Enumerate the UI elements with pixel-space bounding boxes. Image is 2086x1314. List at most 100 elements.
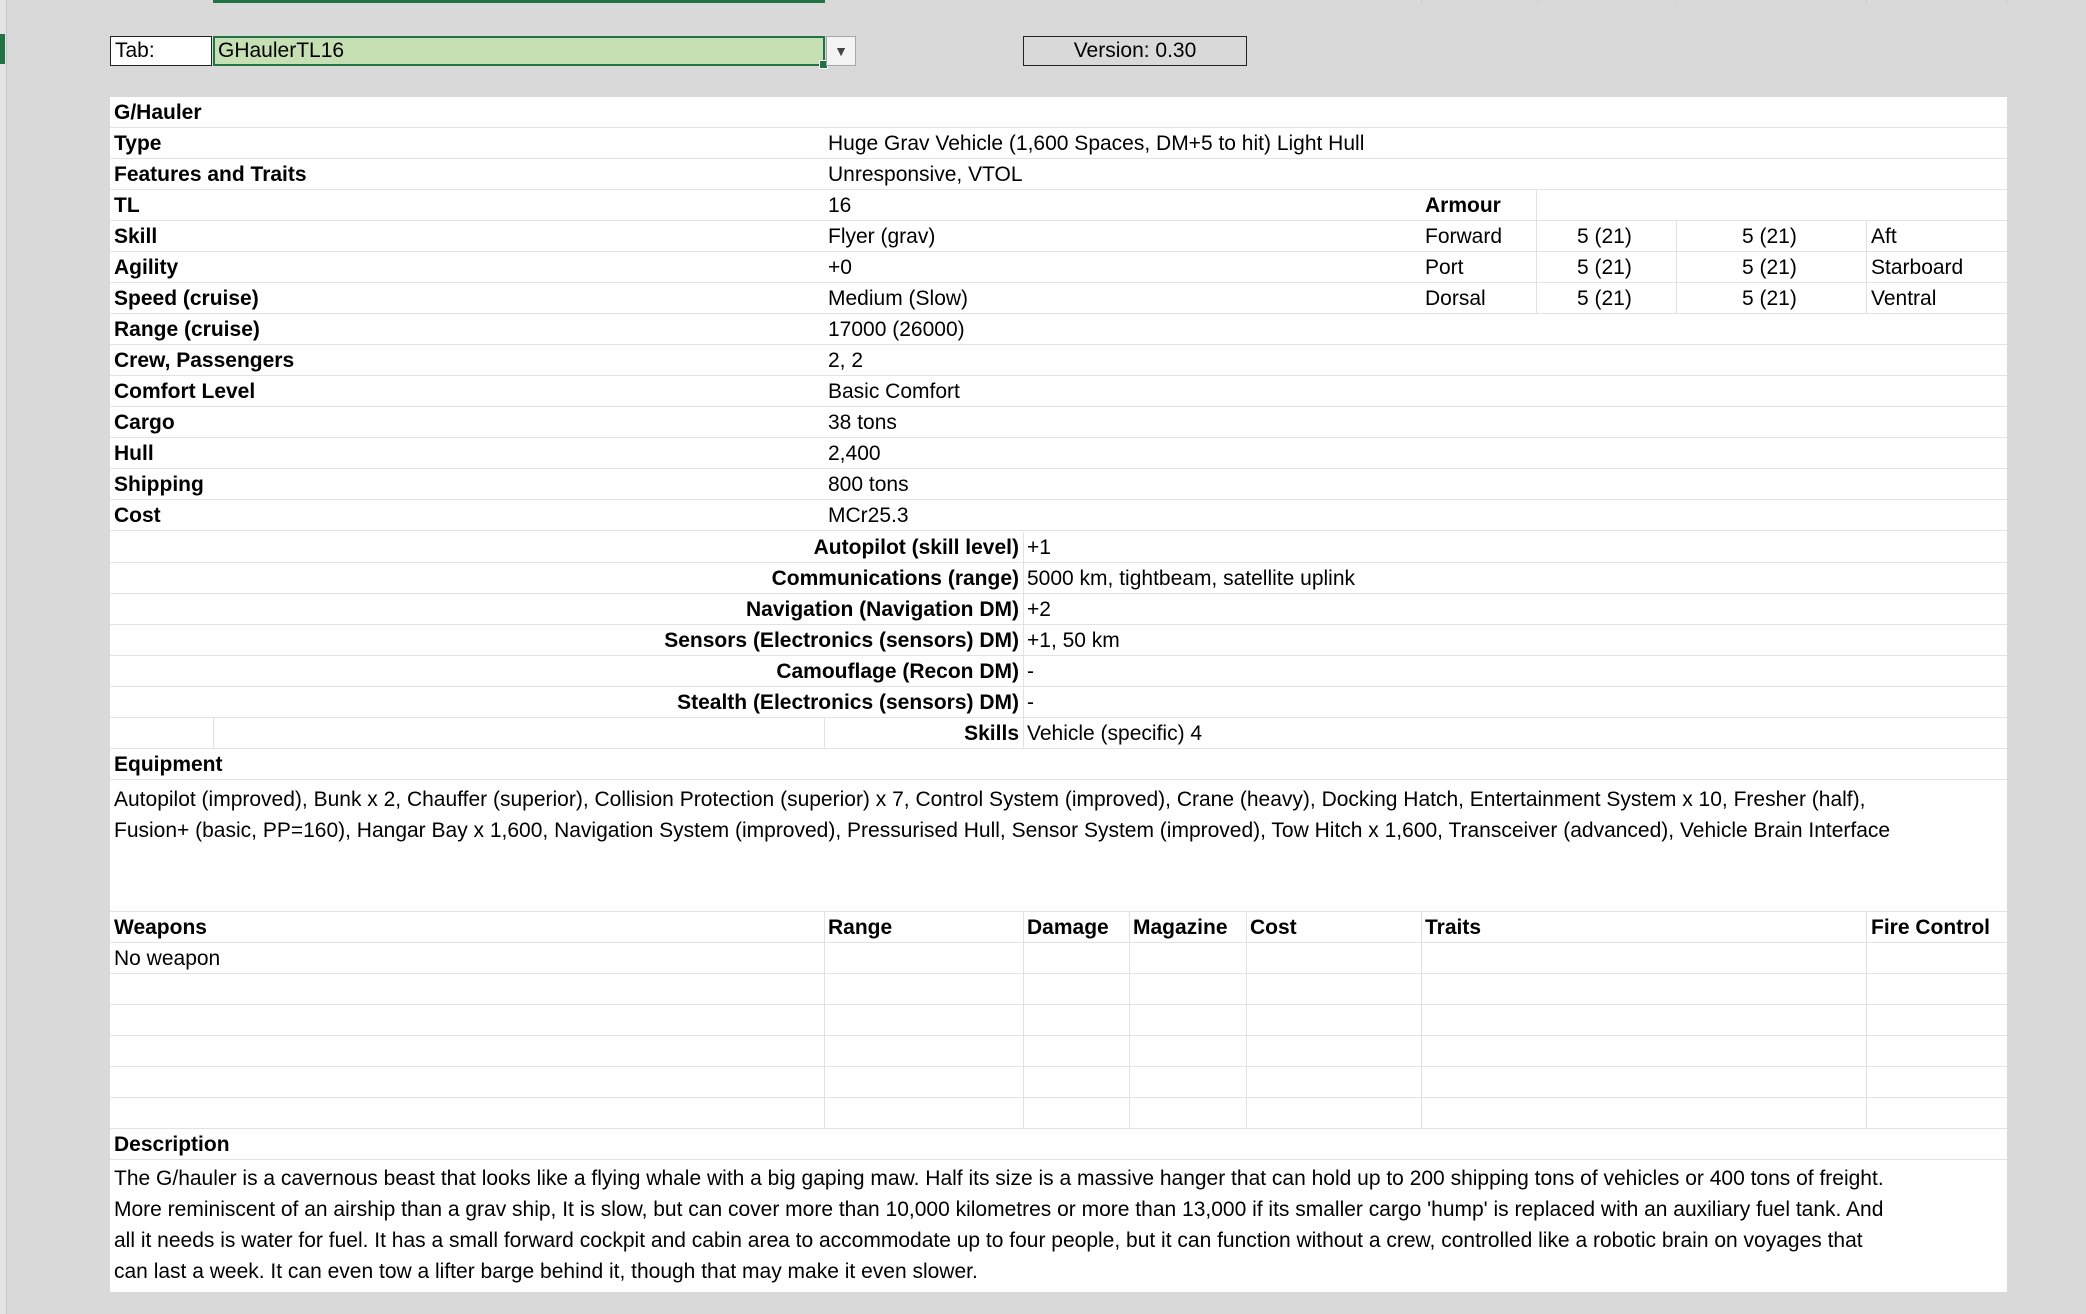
spec-value: +0 (828, 256, 852, 279)
spec-value: 38 tons (828, 411, 897, 434)
system-value: +1, 50 km (1027, 629, 1120, 652)
system-label: Navigation (Navigation DM) (745, 598, 1019, 621)
spec-value: Medium (Slow) (828, 287, 969, 310)
system-label: Camouflage (Recon DM) (776, 660, 1019, 683)
spec-label: Crew, Passengers (114, 349, 295, 372)
system-row: Sensors (Electronics (sensors) DM) +1, 5… (110, 625, 2007, 656)
spec-label: Features and Traits (114, 163, 307, 186)
fire-control-header: Fire Control (1871, 916, 1990, 939)
system-value: - (1027, 660, 1034, 683)
spec-label: Cost (114, 504, 161, 527)
spec-row: Speed (cruise) Medium (Slow) Dorsal 5 (2… (110, 283, 2007, 314)
equipment-title-row: Equipment (110, 749, 2007, 780)
weapon-row (110, 1005, 2007, 1036)
spec-row: Range (cruise) 17000 (26000) (110, 314, 2007, 345)
spec-row: Hull 2,400 (110, 438, 2007, 469)
weapon-row (110, 1067, 2007, 1098)
spec-value: 17000 (26000) (828, 318, 965, 341)
system-row: Camouflage (Recon DM) - (110, 656, 2007, 687)
spec-value: Huge Grav Vehicle (1,600 Spaces, DM+5 to… (828, 132, 1365, 155)
spec-value: 800 tons (828, 473, 909, 496)
column-gridline (2007, 0, 2008, 5)
spec-row: Features and Traits Unresponsive, VTOL (110, 159, 2007, 190)
description-line: More reminiscent of an airship than a gr… (114, 1198, 1884, 1221)
spec-label: Speed (cruise) (114, 287, 259, 310)
spec-label: Range (cruise) (114, 318, 260, 341)
system-row: Communications (range) 5000 km, tightbea… (110, 563, 2007, 594)
system-label: Stealth (Electronics (sensors) DM) (677, 691, 1019, 714)
traits-header: Traits (1425, 916, 1482, 939)
weapon-row (110, 1036, 2007, 1067)
spec-row: Cost MCr25.3 (110, 500, 2007, 531)
description-line: The G/hauler is a cavernous beast that l… (114, 1167, 1884, 1190)
chevron-down-icon: ▼ (834, 43, 848, 59)
range-header: Range (828, 916, 893, 939)
system-row: Skills Vehicle (specific) 4 (110, 718, 2007, 749)
spec-label: Agility (114, 256, 179, 279)
system-value: 5000 km, tightbeam, satellite uplink (1027, 567, 1356, 590)
weapon-row (110, 1098, 2007, 1129)
row-header-strip (0, 0, 7, 1314)
weapons-header: Weapons (114, 916, 207, 939)
spec-label: Type (114, 132, 162, 155)
armour-side: Port (1425, 256, 1464, 279)
system-row: Autopilot (skill level) +1 (110, 532, 2007, 563)
armour-value: 5 (21) (1742, 225, 1797, 248)
spec-row: Shipping 800 tons (110, 469, 2007, 500)
spec-value: MCr25.3 (828, 504, 909, 527)
description-line: can last a week. It can even tow a lifte… (114, 1260, 978, 1283)
damage-header: Damage (1027, 916, 1109, 939)
system-label: Sensors (Electronics (sensors) DM) (664, 629, 1019, 652)
spec-value: 16 (828, 194, 852, 217)
armour-title: Armour (1425, 194, 1501, 217)
vehicle-name-row: G/Hauler (110, 97, 2007, 128)
spec-row: Type Huge Grav Vehicle (1,600 Spaces, DM… (110, 128, 2007, 159)
column-gridline (1537, 0, 1538, 5)
armour-value: 5 (21) (1742, 287, 1797, 310)
spec-label: TL (114, 194, 140, 217)
tab-dropdown-button[interactable]: ▼ (826, 36, 856, 66)
armour-value: 5 (21) (1577, 225, 1632, 248)
column-gridline (1676, 0, 1677, 5)
version-badge: Version: 0.30 (1023, 36, 1247, 66)
tab-label: Tab: (110, 36, 212, 66)
spec-label: Shipping (114, 473, 204, 496)
tab-select-cell[interactable]: GHaulerTL16 (213, 36, 828, 69)
spec-label: Skill (114, 225, 158, 248)
armour-opposite: Starboard (1871, 256, 1964, 279)
armour-value: 5 (21) (1742, 256, 1797, 279)
cost-header: Cost (1250, 916, 1297, 939)
system-label: Communications (range) (771, 567, 1019, 590)
spec-row: Crew, Passengers 2, 2 (110, 345, 2007, 376)
weapon-row: No weapon (110, 943, 2007, 974)
system-value: +1 (1027, 536, 1051, 559)
description-line: all it needs is water for fuel. It has a… (114, 1229, 1863, 1252)
armour-opposite: Ventral (1871, 287, 1937, 310)
armour-value: 5 (21) (1577, 256, 1632, 279)
armour-value: 5 (21) (1577, 287, 1632, 310)
system-value: +2 (1027, 598, 1051, 621)
spec-row: Comfort Level Basic Comfort (110, 376, 2007, 407)
armour-side: Dorsal (1425, 287, 1486, 310)
equipment-title: Equipment (114, 753, 223, 776)
spec-row: Skill Flyer (grav) Forward 5 (21) 5 (21)… (110, 221, 2007, 252)
column-gridline (1421, 0, 1422, 5)
vehicle-name: G/Hauler (114, 101, 202, 124)
spec-label: Hull (114, 442, 154, 465)
spec-row: Agility +0 Port 5 (21) 5 (21) Starboard (110, 252, 2007, 283)
system-value: - (1027, 691, 1034, 714)
spec-value: Flyer (grav) (828, 225, 936, 248)
spec-value: 2,400 (828, 442, 881, 465)
spec-value: Basic Comfort (828, 380, 960, 403)
system-value: Vehicle (specific) 4 (1027, 722, 1203, 745)
column-gridline (1866, 0, 1867, 5)
spec-label: Comfort Level (114, 380, 256, 403)
spec-label: Cargo (114, 411, 175, 434)
system-row: Stealth (Electronics (sensors) DM) - (110, 687, 2007, 718)
spec-row: TL 16 Armour (110, 190, 2007, 221)
system-label: Autopilot (skill level) (813, 536, 1019, 559)
spec-value: 2, 2 (828, 349, 864, 372)
spec-row: Cargo 38 tons (110, 407, 2007, 438)
magazine-header: Magazine (1133, 916, 1228, 939)
equipment-spacer (110, 881, 2007, 912)
